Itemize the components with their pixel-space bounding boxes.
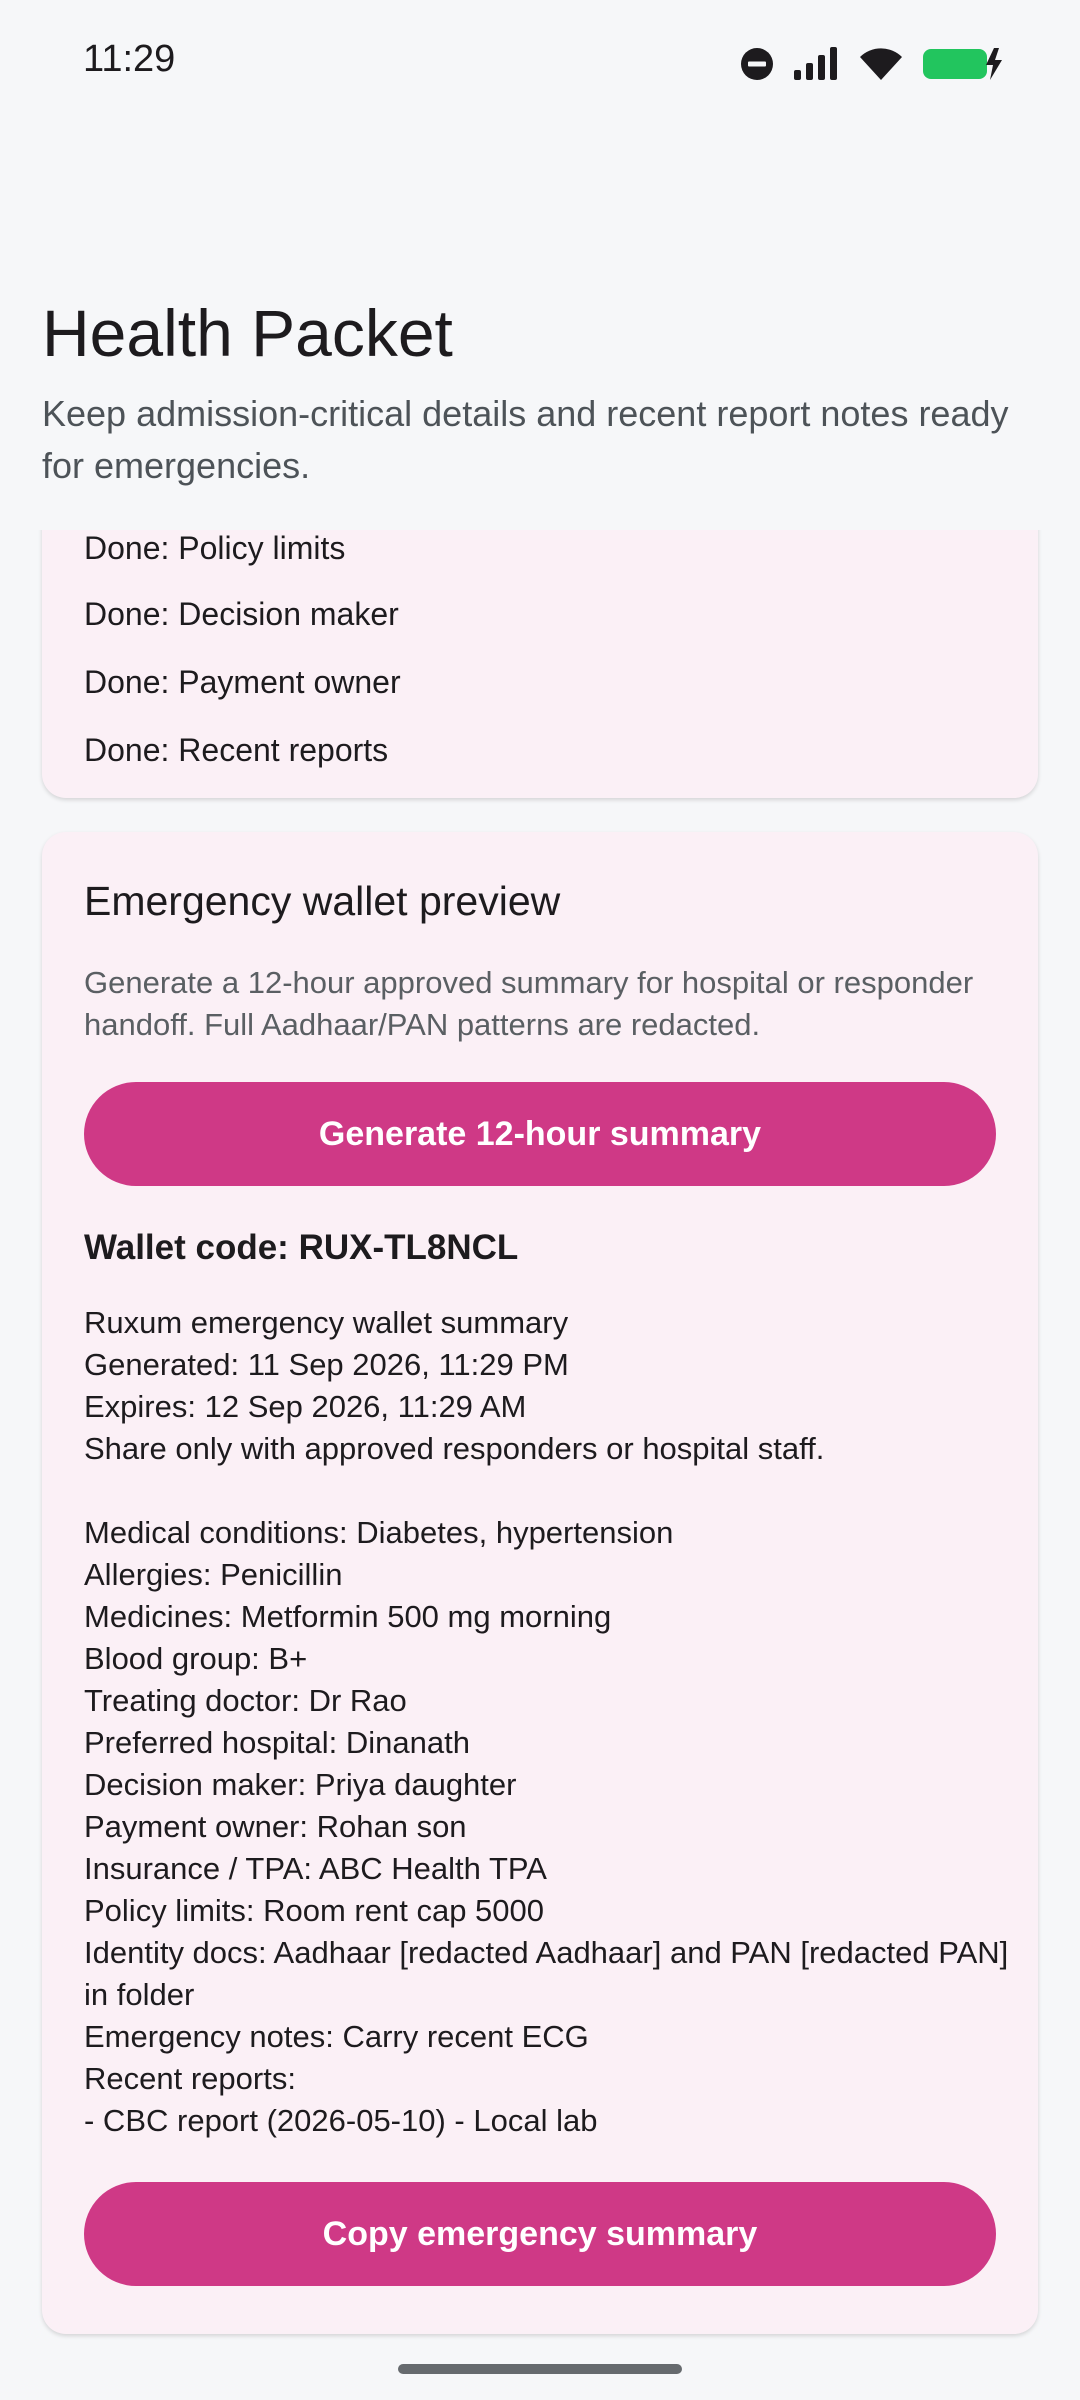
summary-line: Medical conditions: Diabetes, hypertensi… [84,1515,674,1550]
summary-line: Preferred hospital: Dinanath [84,1725,471,1760]
status-time: 11:29 [83,38,176,80]
readiness-checklist-card: Done: Policy limits Done: Decision maker… [42,530,1038,798]
summary-line: Recent reports: [84,2061,296,2096]
summary-blank-line [84,1470,1014,1512]
summary-line: Identity docs: Aadhaar [redacted Aadhaar… [84,1935,1009,2012]
checklist-item: Done: Policy limits [84,530,346,566]
do-not-disturb-icon [741,48,773,80]
summary-line: Insurance / TPA: ABC Health TPA [84,1851,547,1886]
status-icons [740,44,1004,84]
content-scroll-area[interactable]: Done: Policy limits Done: Decision maker… [0,530,1080,2340]
wallet-description: Generate a 12-hour approved summary for … [84,965,974,1042]
summary-line: Share only with approved responders or h… [84,1431,825,1466]
checklist-item: Done: Payment owner [84,664,401,700]
generate-summary-button[interactable]: Generate 12-hour summary [84,1082,996,1186]
page-subtitle: Keep admission-critical details and rece… [42,393,1009,486]
summary-line: Payment owner: Rohan son [84,1809,467,1844]
summary-line: Policy limits: Room rent cap 5000 [84,1893,545,1928]
summary-line: Decision maker: Priya daughter [84,1767,517,1802]
page-header: Health Packet Keep admission-critical de… [42,290,1042,492]
home-indicator[interactable] [398,2364,682,2374]
summary-line: Allergies: Penicillin [84,1557,343,1592]
summary-line: Generated: 11 Sep 2026, 11:29 PM [84,1347,569,1382]
signal-icon [794,47,837,80]
emergency-summary-text: Ruxum emergency wallet summary Generated… [84,1302,1014,2142]
summary-line: Ruxum emergency wallet summary [84,1305,569,1340]
wallet-code: Wallet code: RUX-TL8NCL [84,1228,519,1267]
checklist-item: Done: Decision maker [84,596,399,632]
summary-line: Blood group: B+ [84,1641,308,1676]
checklist-item: Done: Recent reports [84,732,389,768]
status-bar: 11:29 [0,0,1080,124]
wallet-title: Emergency wallet preview [84,878,561,924]
summary-line: Expires: 12 Sep 2026, 11:29 AM [84,1389,527,1424]
wifi-icon [860,48,902,80]
page-title: Health Packet [42,296,453,370]
emergency-wallet-card: Emergency wallet preview Generate a 12-h… [42,832,1038,2334]
battery-charging-icon [923,48,1002,80]
summary-line: Medicines: Metformin 500 mg morning [84,1599,612,1634]
summary-line: - CBC report (2026-05-10) - Local lab [84,2103,598,2138]
summary-line: Emergency notes: Carry recent ECG [84,2019,589,2054]
summary-line: Treating doctor: Dr Rao [84,1683,407,1718]
copy-summary-button[interactable]: Copy emergency summary [84,2182,996,2286]
